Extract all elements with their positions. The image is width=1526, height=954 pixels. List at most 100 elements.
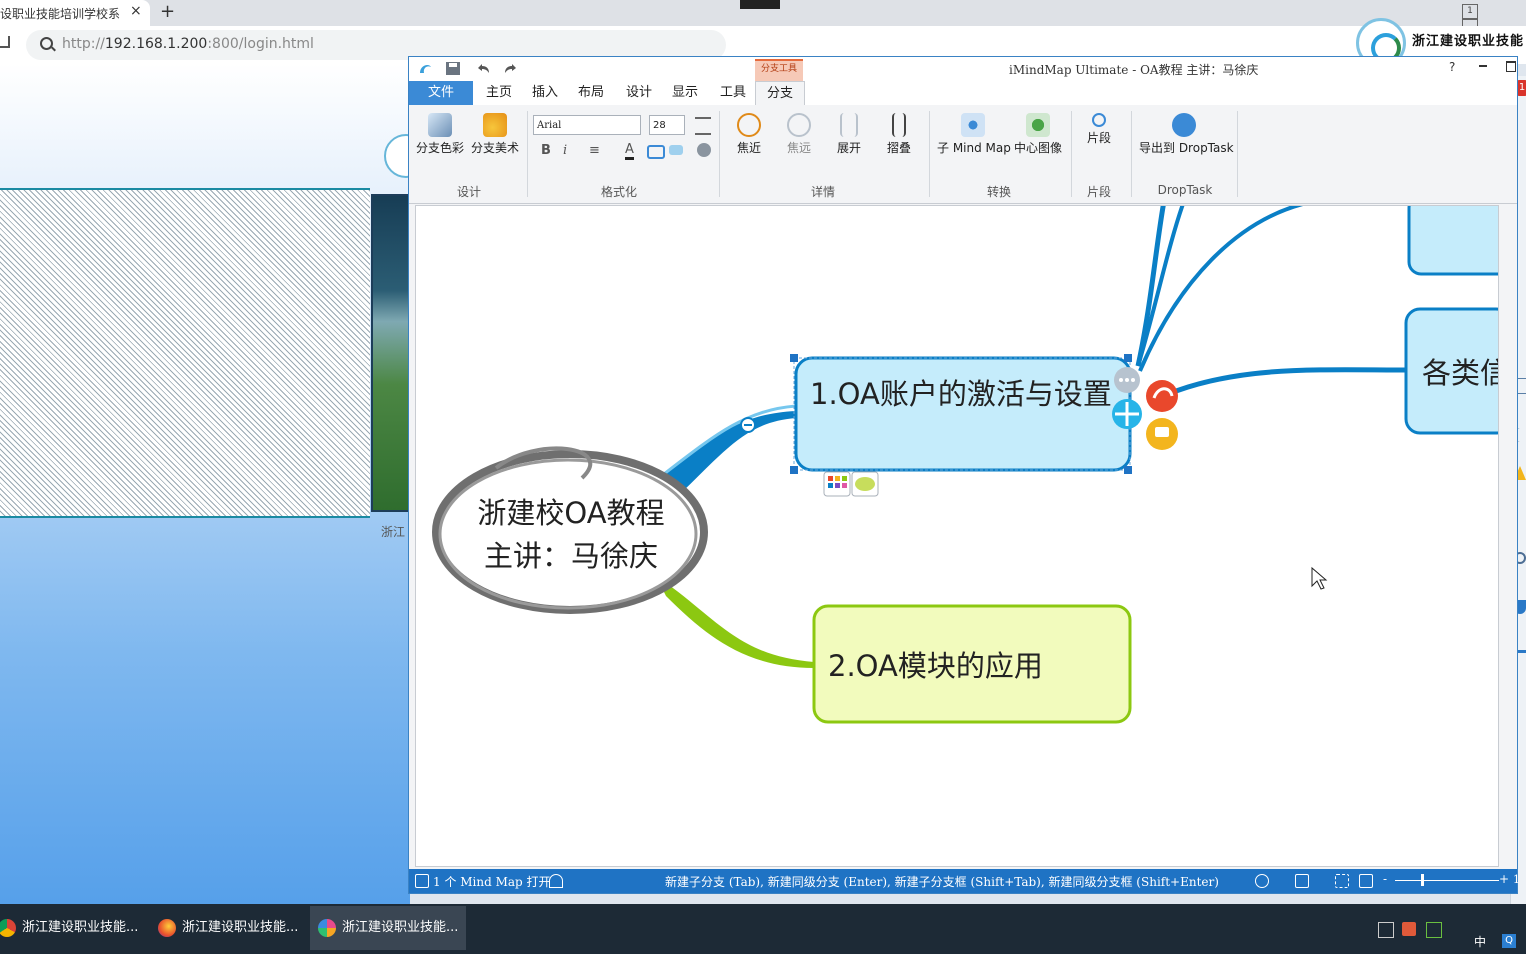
undo-icon[interactable]: [475, 61, 491, 76]
tab-file[interactable]: 文件: [409, 81, 473, 105]
snippet-button[interactable]: 片段: [1081, 113, 1117, 165]
central-topic-label: 浙建校OA教程 主讲：马徐庆: [456, 492, 686, 578]
palette-swatch: [828, 476, 833, 481]
branch-color-button[interactable]: 分支色彩: [415, 113, 465, 165]
font-family-select[interactable]: Arial: [533, 115, 641, 135]
node-oa-modules-label: 2.OA模块的应用: [828, 649, 1043, 683]
zoom-slider-track[interactable]: [1395, 880, 1499, 881]
branch-art-icon: [483, 113, 507, 137]
firefox-icon: [158, 918, 176, 937]
resize-handle[interactable]: [1124, 354, 1132, 362]
help-button[interactable]: ?: [1449, 60, 1455, 74]
expand-icon: [840, 113, 858, 137]
add-branch-icon[interactable]: [1146, 380, 1178, 412]
taskbar-item-browser-active[interactable]: 浙江建设职业技能...: [310, 906, 466, 950]
focus-far-button[interactable]: 焦远: [781, 113, 817, 165]
shape-icon[interactable]: [647, 145, 665, 159]
group-label-droptask: DropTask: [1157, 183, 1213, 197]
capture-toolbar-handle[interactable]: [740, 0, 780, 9]
italic-button[interactable]: i: [563, 143, 567, 158]
group-separator: [1237, 111, 1238, 197]
app-logo-icon[interactable]: [417, 61, 433, 76]
more-options-dot: [1125, 378, 1129, 382]
taskbar-item-label: 浙江建设职业技能...: [342, 920, 459, 935]
expand-button[interactable]: 展开: [831, 113, 867, 165]
group-label-detail: 详情: [810, 185, 835, 199]
mindmap-canvas[interactable]: 浙建校OA教程 主讲：马徐庆 1.OA账户的激活与设置 2.OA模块的应用 各类…: [415, 205, 1499, 867]
imindmap-window: 分支工具 iMindMap Ultimate - OA教程 主讲：马徐庆 ? 文…: [408, 56, 1520, 894]
align-icon[interactable]: ≡: [589, 143, 600, 158]
group-separator: [719, 111, 720, 197]
zoom-fit-icon[interactable]: [1359, 874, 1373, 888]
resize-handle[interactable]: [790, 354, 798, 362]
center-image-icon: [1026, 113, 1050, 137]
browser-icon: [318, 918, 336, 937]
focus-near-label: 焦近: [736, 141, 761, 155]
tab-layout[interactable]: 布局: [571, 81, 611, 105]
zoom-out-button[interactable]: -: [1383, 872, 1387, 886]
home-icon[interactable]: [0, 36, 10, 48]
taskbar-item-chrome[interactable]: 浙江建设职业技能...: [0, 906, 144, 950]
center-image-button[interactable]: 中心图像: [1013, 113, 1063, 165]
task-view-icon[interactable]: [1378, 922, 1394, 938]
branch-color-label: 分支色彩: [415, 141, 464, 155]
ribbon: 分支色彩 分支美术 设计 Arial 28 B i ≡ A 格式化 焦近 焦远 …: [409, 105, 1517, 204]
font-size-select[interactable]: 28: [649, 115, 685, 135]
text-color-button[interactable]: A: [625, 143, 634, 160]
url-text[interactable]: http://192.168.1.200:800/login.html: [62, 36, 314, 52]
zoom-in-button[interactable]: +: [1499, 872, 1509, 886]
redo-icon[interactable]: [503, 61, 519, 76]
branch-line-node3[interactable]: [1175, 367, 1409, 394]
palette-swatch: [835, 483, 840, 488]
tab-view[interactable]: 显示: [665, 81, 705, 105]
palette-swatch: [828, 483, 833, 488]
taskbar-item-label: 浙江建设职业技能...: [182, 920, 299, 935]
tab-tools[interactable]: 工具: [713, 81, 753, 105]
fill-icon[interactable]: [669, 145, 683, 155]
zoom-slider-thumb[interactable]: [1421, 874, 1424, 886]
tab-branch[interactable]: 分支: [755, 81, 805, 106]
save-icon[interactable]: [445, 61, 461, 76]
tray-nvidia-icon[interactable]: [1426, 922, 1442, 938]
map-list-icon[interactable]: [415, 874, 429, 888]
branch-line-top-3[interactable]: [1138, 206, 1316, 372]
sub-mindmap-label: 子 Mind Map: [937, 141, 1011, 155]
presentation-icon[interactable]: [1255, 874, 1269, 888]
tab-home[interactable]: 主页: [479, 81, 519, 105]
ime-indicator[interactable]: 中: [1474, 933, 1486, 950]
open-maps-count: 1 个 Mind Map 打开: [433, 875, 551, 889]
tray-app-icon[interactable]: [1402, 922, 1416, 936]
central-subtitle: 主讲：马徐庆: [483, 539, 658, 573]
fit-map-icon[interactable]: [1295, 874, 1309, 888]
node-various-label: 各类信: [1422, 356, 1498, 390]
tray-q-icon[interactable]: Q: [1502, 934, 1516, 948]
resize-handle[interactable]: [1124, 466, 1132, 474]
tab-insert[interactable]: 插入: [525, 81, 565, 105]
maximize-icon[interactable]: [1506, 61, 1516, 72]
export-droptask-label: 导出到 DropTask: [1139, 141, 1234, 155]
browser-tab[interactable]: 设职业技能培训学校系 ×: [0, 0, 150, 26]
focus-near-button[interactable]: 焦近: [731, 113, 767, 165]
pin-icon[interactable]: [549, 874, 563, 888]
group-label-design: 设计: [456, 185, 481, 199]
restore-icon[interactable]: 1: [1462, 4, 1478, 19]
text-wrap-icon[interactable]: [695, 117, 711, 135]
node-oa-account-label: 1.OA账户的激活与设置: [810, 377, 1112, 411]
bold-button[interactable]: B: [541, 143, 551, 158]
minimize-icon[interactable]: [1479, 65, 1487, 67]
taskbar-item-firefox[interactable]: 浙江建设职业技能...: [150, 906, 300, 950]
palette-swatch: [842, 476, 847, 481]
node-top-right[interactable]: [1407, 206, 1498, 276]
group-separator: [527, 111, 528, 197]
resize-handle[interactable]: [790, 466, 798, 474]
tab-design[interactable]: 设计: [619, 81, 659, 105]
branch-art-button[interactable]: 分支美术: [469, 113, 521, 165]
collapse-button[interactable]: 摺叠: [881, 113, 917, 165]
new-tab-button[interactable]: +: [160, 1, 175, 22]
close-tab-icon[interactable]: ×: [130, 3, 142, 19]
sub-mindmap-button[interactable]: 子 Mind Map: [937, 113, 1011, 165]
branch-central-node2[interactable]: [656, 576, 814, 668]
fullscreen-icon[interactable]: [1335, 874, 1349, 888]
export-droptask-button[interactable]: 导出到 DropTask: [1139, 113, 1234, 165]
style-brush-icon[interactable]: [697, 143, 711, 157]
